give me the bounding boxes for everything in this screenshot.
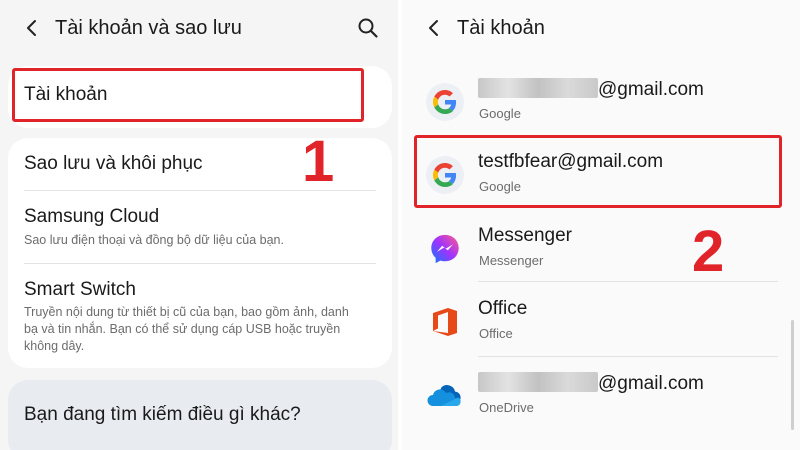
scrollbar[interactable] <box>791 320 794 430</box>
redacted-text <box>478 372 598 392</box>
account-email: @gmail.com <box>478 78 704 101</box>
step-number-1: 1 <box>302 129 335 194</box>
step-number-2: 2 <box>692 219 725 284</box>
samsung-cloud-description: Sao lưu điện thoại và đồng bộ dữ liệu củ… <box>24 233 284 247</box>
account-row-google-1[interactable]: @gmail.com Google <box>402 70 800 144</box>
account-row-onedrive[interactable]: @gmail.com OneDrive <box>402 364 800 438</box>
suggestion-title: Bạn đang tìm kiếm điều gì khác? <box>24 404 301 425</box>
account-name: Messenger <box>478 225 572 246</box>
back-arrow-icon[interactable] <box>422 16 446 40</box>
messenger-icon <box>426 230 464 268</box>
smart-switch-description: Truyền nội dung từ thiết bị cũ của bạn, … <box>24 305 349 353</box>
top-app-bar: Tài khoản và sao lưu <box>0 0 398 58</box>
search-icon[interactable] <box>356 16 380 40</box>
redacted-text <box>478 78 598 98</box>
account-type: Office <box>479 326 513 341</box>
office-icon <box>426 303 464 341</box>
samsung-cloud-item[interactable]: Samsung Cloud <box>24 206 159 228</box>
top-app-bar: Tài khoản <box>402 0 800 58</box>
backup-options-card: Sao lưu và khôi phục Samsung Cloud Sao l… <box>8 138 392 368</box>
account-type: OneDrive <box>479 400 534 415</box>
highlight-box <box>12 68 364 122</box>
account-email: @gmail.com <box>478 372 704 395</box>
account-type: Google <box>479 106 521 121</box>
page-title: Tài khoản và sao lưu <box>55 17 242 39</box>
accounts-screen: Tài khoản @gmail.com Google testfbfear@g… <box>402 0 800 450</box>
smart-switch-item[interactable]: Smart Switch <box>24 279 136 301</box>
account-row-office[interactable]: Office Office <box>402 290 800 364</box>
page-title: Tài khoản <box>457 17 545 39</box>
back-arrow-icon[interactable] <box>20 16 44 40</box>
account-type: Messenger <box>479 253 544 268</box>
google-icon <box>426 83 464 121</box>
suggestion-card: Bạn đang tìm kiếm điều gì khác? <box>8 380 392 450</box>
divider <box>24 263 376 264</box>
account-row-messenger[interactable]: Messenger Messenger <box>402 217 800 291</box>
highlight-box <box>414 135 782 208</box>
backup-accounts-screen: Tài khoản và sao lưu Tài khoản Sao lưu v… <box>0 0 398 450</box>
onedrive-icon <box>426 377 464 415</box>
account-name: Office <box>478 298 528 319</box>
divider <box>478 356 778 357</box>
divider <box>478 281 778 282</box>
backup-restore-item[interactable]: Sao lưu và khôi phục <box>24 153 203 175</box>
